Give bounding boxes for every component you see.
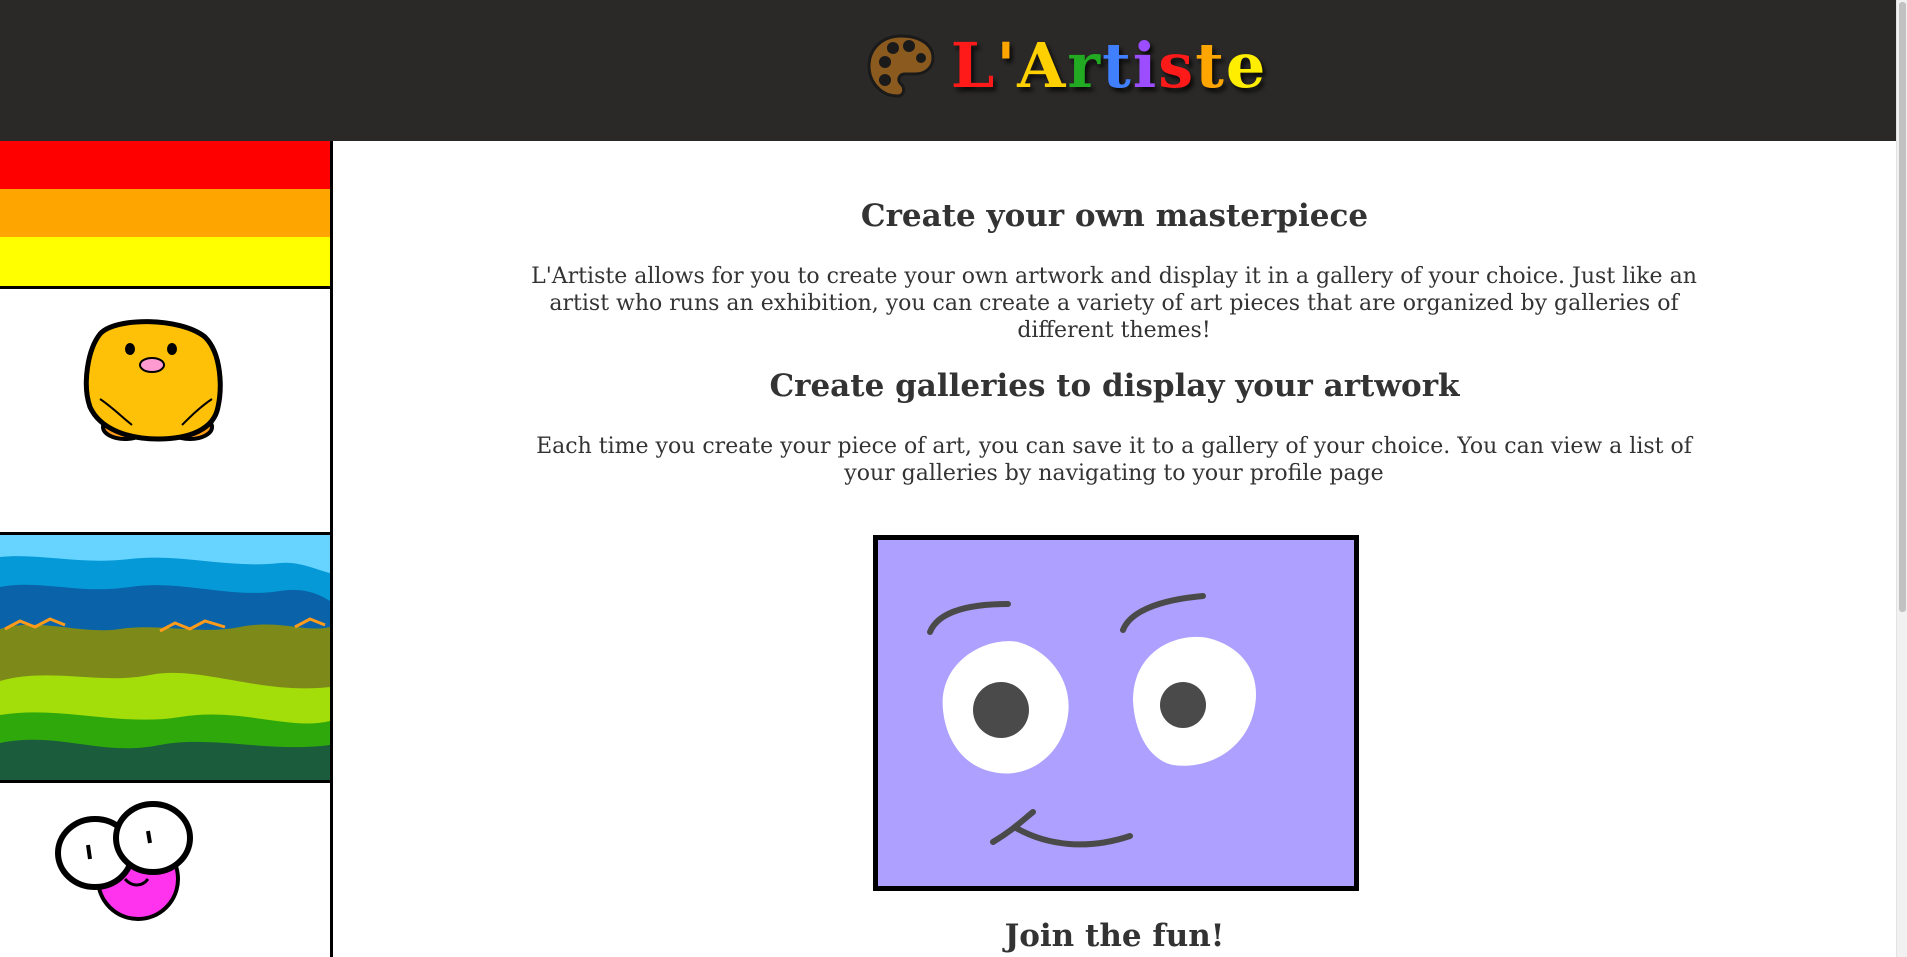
section-title-masterpiece: Create your own masterpiece bbox=[860, 198, 1369, 234]
site-title-letter: e bbox=[1225, 29, 1268, 102]
gallery-sidebar bbox=[0, 141, 333, 957]
site-title-letter: ' bbox=[996, 29, 1018, 102]
site-title-letter: r bbox=[1067, 29, 1103, 102]
scrollbar-thumb[interactable] bbox=[1899, 2, 1906, 612]
palette-icon bbox=[867, 33, 935, 98]
site-title-letter: i bbox=[1132, 29, 1159, 102]
site-title-letter: t bbox=[1102, 29, 1133, 102]
site-title: L'Artiste bbox=[951, 29, 1268, 102]
artwork-thumbnail-stripes[interactable] bbox=[0, 141, 330, 289]
artwork-thumbnail-blob[interactable] bbox=[0, 783, 330, 957]
brand-logo[interactable]: L'Artiste bbox=[865, 29, 1268, 102]
site-title-letter: s bbox=[1158, 29, 1196, 102]
artwork-thumbnail-landscape[interactable] bbox=[0, 535, 330, 783]
page-scrollbar[interactable] bbox=[1896, 0, 1907, 957]
section-title-join: Join the fun! bbox=[1004, 918, 1225, 954]
section-text-masterpiece: L'Artiste allows for you to create your … bbox=[531, 264, 1697, 343]
site-title-letter: t bbox=[1195, 29, 1226, 102]
site-header: L'Artiste bbox=[0, 0, 1896, 141]
main-content: Create your own masterpiece L'Artiste al… bbox=[333, 141, 1896, 957]
featured-artwork[interactable] bbox=[873, 535, 1359, 891]
section-text-galleries: Each time you create your piece of art, … bbox=[536, 434, 1692, 486]
site-title-letter: A bbox=[1017, 29, 1068, 102]
artwork-thumbnail-chick[interactable] bbox=[0, 289, 330, 535]
section-title-galleries: Create galleries to display your artwork bbox=[769, 368, 1460, 404]
site-title-letter: L bbox=[950, 29, 997, 102]
